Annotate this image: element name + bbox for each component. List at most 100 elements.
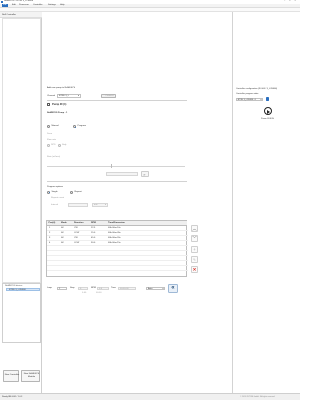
rpm-label: RPM <box>91 287 96 289</box>
col-time[interactable]: Time/Dimension <box>108 222 125 225</box>
chevron-down-icon: ﹀ <box>192 236 197 241</box>
divider <box>47 100 187 101</box>
chevron-up-icon: ︿ <box>192 226 197 231</box>
play-button[interactable] <box>264 107 272 115</box>
col-mode[interactable]: Mode <box>61 222 67 225</box>
loop-field[interactable]: 1 <box>57 286 67 291</box>
cell-rpm: 15.0 <box>91 231 96 234</box>
menu-file[interactable]: File <box>2 4 8 8</box>
prog-single-label: Single <box>51 190 58 193</box>
move-up-button[interactable]: ︿ <box>191 225 198 232</box>
cell-mode: 0K <box>61 231 64 234</box>
play-icon <box>267 109 271 114</box>
cell-pos: 2 <box>49 231 51 234</box>
plus-icon: + <box>193 247 196 252</box>
interval-label: Interval <box>51 203 59 206</box>
prog-repeat-label: Repeat <box>74 190 82 193</box>
step-label: Step <box>70 287 75 289</box>
cell-time: 00h:00m:20s <box>108 236 121 239</box>
opt-a-radio[interactable] <box>47 144 50 147</box>
cell-time: 00h:00m:10s <box>108 226 121 229</box>
col-rpm[interactable]: RPM <box>91 222 96 225</box>
new-module-label: New NeMESYS Module <box>23 373 40 378</box>
menu-process[interactable]: Prozessrn <box>19 4 29 7</box>
cell-rpm: 45.0 <box>91 236 96 239</box>
menu-settings[interactable]: Settings <box>48 4 56 7</box>
opt-b-label: Stdy <box>62 144 67 147</box>
sub-value-b: 00:00 <box>96 292 102 294</box>
rate-slider-thumb[interactable] <box>111 164 113 168</box>
controller-select[interactable]: BTXE 3_LCE666 - 0 ▾ <box>236 97 263 101</box>
tree-item-selected[interactable]: BTXE 3_LCE666 <box>6 288 40 292</box>
rpm-field[interactable]: 0.0 <box>97 286 109 291</box>
time-field[interactable]: 00:00:00 <box>118 286 136 291</box>
rate-slider[interactable] <box>47 164 185 168</box>
col-pos[interactable]: Pos(#) <box>49 222 56 225</box>
device-select-value: BTXE 3_L <box>59 94 69 97</box>
cell-pos: 4 <box>49 241 51 244</box>
program-table: Pos(#) Mode Direction RPM Time/Dimension… <box>46 220 188 277</box>
cell-direction: CW <box>74 236 78 239</box>
new-module-button[interactable]: New NeMESYS Module <box>21 370 40 382</box>
pump-icon <box>47 102 50 106</box>
prog-repeat-radio[interactable] <box>70 190 73 194</box>
col-direction[interactable]: Direction <box>74 222 83 225</box>
play-forward-icon: » <box>143 172 146 178</box>
app-logo-icon <box>1 0 3 3</box>
cell-rpm: 30.0 <box>91 241 96 244</box>
menu-edit[interactable]: Edit <box>12 4 16 7</box>
new-controller-button[interactable]: New Controller <box>3 370 19 382</box>
cell-pos: 1 <box>49 226 51 229</box>
device-tree: NeMESYS device BTXE 3_LCE666 <box>2 283 41 343</box>
interval-field[interactable] <box>68 203 88 207</box>
cell-pos: 3 <box>49 236 51 239</box>
play-caption: Pause ID/SCH <box>261 117 275 120</box>
rpm-value: 0.0 <box>99 287 103 290</box>
rate-field[interactable] <box>106 172 138 176</box>
device-label: Channel <box>47 94 56 97</box>
loop-value: 1 <box>59 287 61 290</box>
menu-help[interactable]: Help <box>60 4 65 7</box>
mode-program-label: Program <box>77 125 86 128</box>
delete-icon: ✕ <box>192 267 197 272</box>
step-field[interactable]: 0 <box>78 286 88 291</box>
move-down-button[interactable]: ﹀ <box>191 235 198 242</box>
delete-step-button[interactable]: ✕ <box>191 266 198 273</box>
prog-single-radio[interactable] <box>47 190 50 194</box>
interval-unit-value: min <box>94 204 98 207</box>
cell-direction: CCW <box>74 231 80 234</box>
sub-value-a: 0.00 <box>82 292 87 294</box>
add-step-button[interactable]: + <box>191 246 198 253</box>
edit-step-button[interactable]: ✎ <box>191 256 198 263</box>
connect-button[interactable]: Connect <box>101 93 116 98</box>
device-select[interactable]: BTXE 3_L ▾ <box>57 93 81 98</box>
center-header-label: Add new pump to NeMESYS <box>47 87 76 89</box>
run-program-button[interactable]: « <box>168 283 178 293</box>
settings-icon[interactable] <box>265 97 269 101</box>
status-right: © 2019 CETONI GmbH · All rights reserved <box>240 396 275 398</box>
interval-unit-select[interactable]: min ▾ <box>92 203 108 207</box>
cell-direction: CW <box>74 226 78 229</box>
cell-mode: 0K <box>61 241 64 244</box>
mode-select-value: Auto <box>148 287 153 290</box>
pencil-icon: ✎ <box>193 258 196 262</box>
mode-select[interactable]: Auto ▾ <box>146 286 165 291</box>
pump-subtitle: NeMESYS Pump - 1 <box>47 111 68 114</box>
controller-select-value: BTXE 3_LCE666 - 0 <box>237 98 256 101</box>
time-value: 00:00:00 <box>120 287 129 290</box>
dose-label: Dose <box>47 132 53 135</box>
apply-rate-button[interactable]: » <box>140 171 149 178</box>
rate-label: Rate (ml/min) <box>47 156 61 158</box>
mode-manual-radio[interactable] <box>47 125 50 128</box>
fast-forward-icon: « <box>171 285 175 291</box>
chevron-down-icon: ▾ <box>78 94 80 97</box>
right-panel: Controller configuration (ID 006 / 3_LCE… <box>232 12 300 393</box>
mode-program-radio[interactable] <box>73 125 76 128</box>
step-value: 0 <box>80 287 82 290</box>
menu-controller[interactable]: Controller <box>33 4 42 7</box>
cell-time: 00h:00m:15s <box>108 241 121 244</box>
table-row-empty[interactable] <box>47 266 188 271</box>
opt-b-radio[interactable] <box>58 144 61 147</box>
left-panel-tab[interactable]: Nefl Controller <box>2 14 16 17</box>
connect-label: Connect <box>105 94 114 97</box>
